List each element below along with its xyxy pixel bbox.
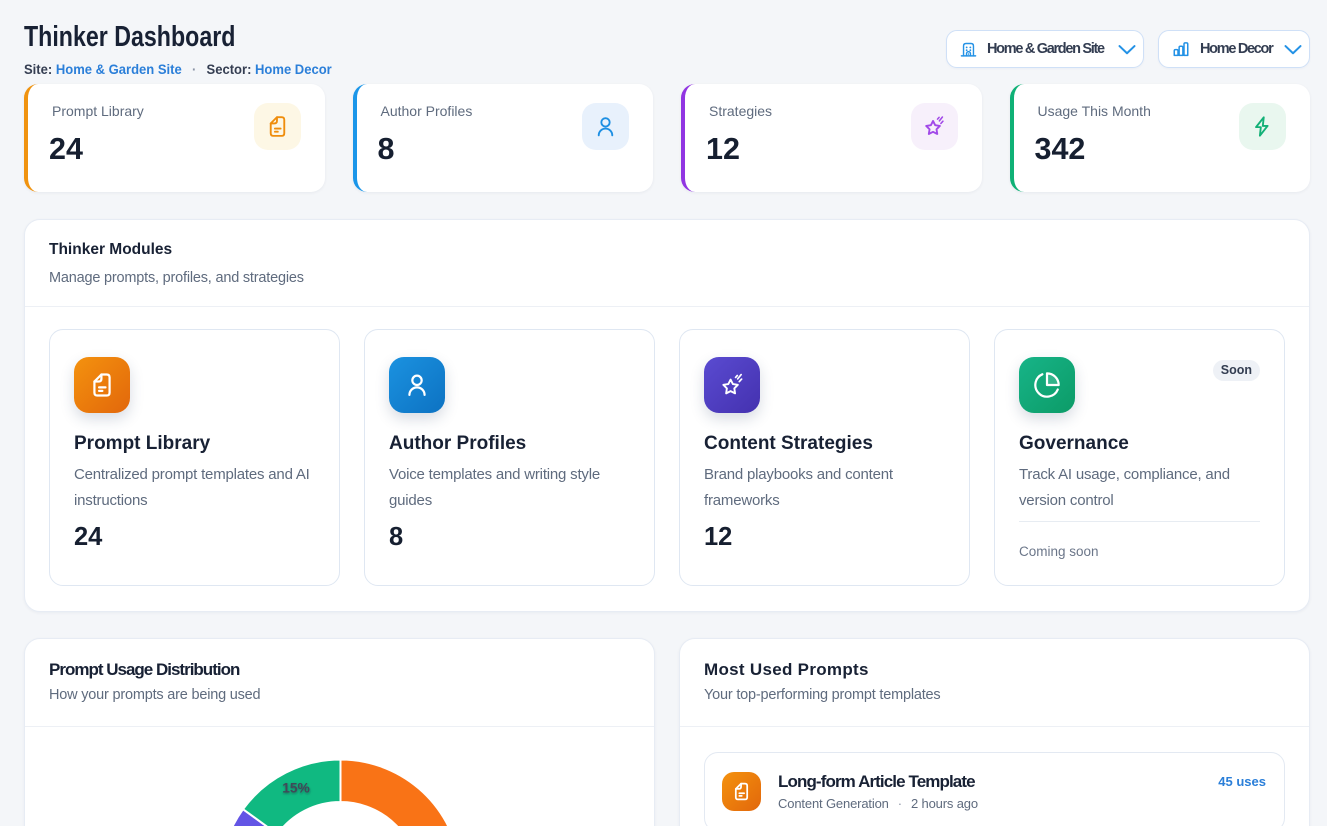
svg-text:15%: 15%: [282, 781, 310, 796]
